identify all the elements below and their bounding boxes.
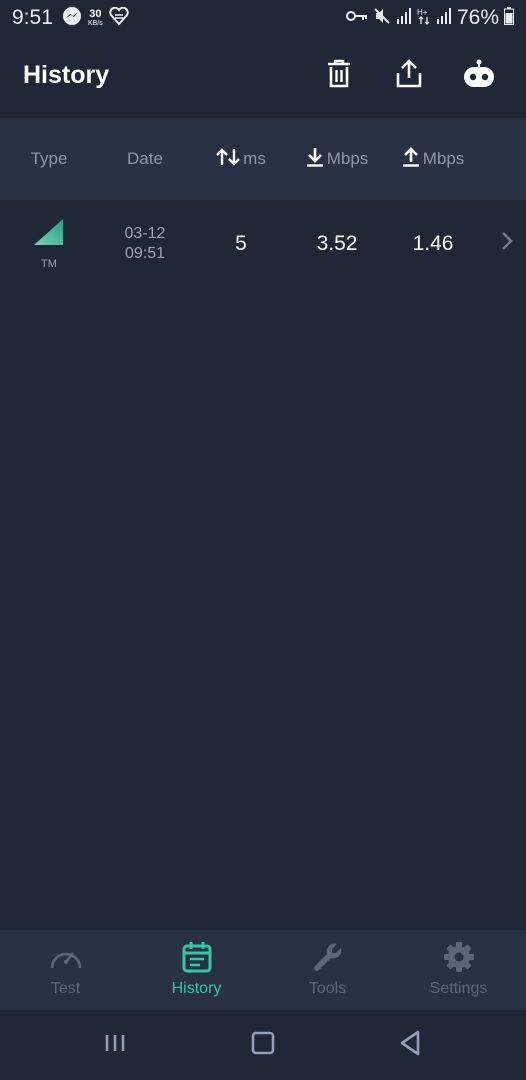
mute-icon	[373, 7, 391, 30]
assistant-bot-button[interactable]	[461, 58, 497, 94]
delete-history-button[interactable]	[321, 58, 357, 94]
row-type: TM	[8, 200, 90, 288]
home-icon	[251, 1031, 275, 1060]
ping-arrows-icon	[216, 147, 241, 172]
battery-percent: 76%	[456, 6, 499, 29]
share-icon	[395, 58, 423, 94]
status-time: 9:51	[12, 6, 53, 29]
status-bar: 9:51 30 KB/s H+ 76%	[0, 0, 526, 36]
history-table-header: Type Date ms Mbps Mbps	[0, 118, 526, 200]
calendar-icon	[182, 940, 212, 974]
battery-icon	[504, 6, 514, 30]
column-header-ping-label: ms	[243, 149, 266, 168]
speedometer-icon	[48, 940, 84, 974]
cellular-signal-icon	[33, 218, 65, 252]
download-icon	[306, 147, 324, 172]
messenger-icon	[62, 6, 82, 31]
nav-test-label: Test	[50, 980, 81, 997]
row-date-day: 03-12	[124, 225, 166, 242]
column-header-upload-label: Mbps	[422, 149, 465, 168]
app-bar: History	[0, 36, 526, 118]
system-navigation-bar	[0, 1010, 526, 1080]
upload-icon	[402, 146, 420, 172]
column-header-type-label: Type	[30, 149, 68, 168]
nav-tools[interactable]: Tools	[262, 930, 393, 1010]
nav-history[interactable]: History	[131, 930, 262, 1010]
gear-icon	[443, 940, 475, 974]
status-right-icons: H+ 76%	[345, 5, 514, 31]
wrench-icon	[312, 940, 344, 974]
page-title: History	[23, 61, 110, 89]
signal-icon-2	[436, 7, 452, 30]
trash-icon	[326, 59, 352, 94]
recents-button[interactable]	[95, 1030, 135, 1060]
status-left-icons: 30 KB/s	[62, 6, 129, 30]
signal-icon-1	[396, 7, 412, 30]
nav-tools-label: Tools	[308, 980, 347, 997]
row-download: 3.52	[316, 232, 358, 255]
row-date: 03-12 09:51	[104, 200, 186, 288]
history-row[interactable]: TM 03-12 09:51 5 3.52 1.46	[0, 200, 526, 288]
key-icon	[345, 9, 368, 28]
nav-history-label: History	[171, 980, 222, 997]
column-header-upload[interactable]: Mbps	[392, 118, 474, 200]
column-header-type[interactable]: Type	[8, 118, 90, 200]
svg-text:H+: H+	[417, 8, 428, 17]
column-header-date-label: Date	[127, 149, 163, 168]
chevron-right-icon	[500, 230, 514, 257]
home-button[interactable]	[243, 1030, 283, 1060]
row-date-time: 09:51	[124, 245, 166, 262]
share-button[interactable]	[391, 58, 427, 94]
nav-settings-label: Settings	[429, 980, 488, 997]
data-rate-unit: KB/s	[88, 20, 103, 27]
nav-test[interactable]: Test	[0, 930, 131, 1010]
column-header-ping[interactable]: ms	[200, 118, 282, 200]
lte-data-icon: H+	[417, 7, 431, 30]
data-rate-indicator: 30 KB/s	[88, 8, 103, 28]
vpn-heart-icon	[109, 6, 129, 30]
row-ping: 5	[235, 232, 247, 255]
back-button[interactable]	[390, 1030, 430, 1060]
recents-icon	[103, 1033, 127, 1058]
nav-settings[interactable]: Settings	[393, 930, 524, 1010]
column-header-download[interactable]: Mbps	[296, 118, 378, 200]
column-header-date[interactable]: Date	[104, 118, 186, 200]
row-type-label: TM	[41, 258, 57, 270]
data-rate-value: 30	[89, 8, 102, 20]
robot-icon	[462, 59, 496, 94]
back-icon	[399, 1030, 421, 1061]
row-upload: 1.46	[412, 232, 454, 255]
column-header-download-label: Mbps	[326, 149, 369, 168]
bottom-navigation: Test History Tools Settings	[0, 930, 526, 1010]
